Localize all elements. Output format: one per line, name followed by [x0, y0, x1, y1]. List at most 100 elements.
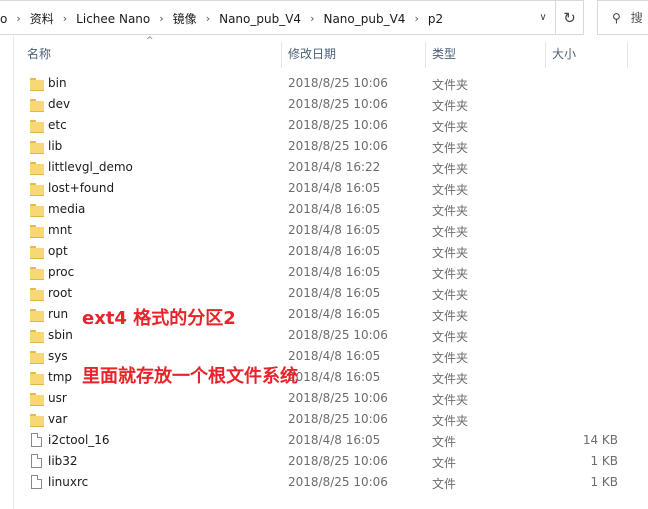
column-header-name[interactable]: 名称: [27, 41, 51, 65]
file-name: dev: [48, 97, 71, 111]
file-type: 文件夹: [432, 351, 469, 365]
breadcrumb-separator[interactable]: ›: [310, 12, 314, 25]
breadcrumb-item-jingxiang[interactable]: 镜像: [173, 10, 197, 27]
file-name: sys: [48, 349, 68, 363]
folder-icon: [30, 309, 44, 322]
breadcrumb-item-truncated[interactable]: o: [0, 12, 7, 26]
file-row[interactable]: opt 2018/4/8 16:05 文件夹: [24, 241, 624, 262]
file-icon: [31, 475, 42, 489]
file-modified: 2018/4/8 16:05: [288, 433, 381, 447]
file-type: 文件夹: [432, 162, 469, 176]
breadcrumb-item-nano-pub-v4[interactable]: Nano_pub_V4: [219, 12, 301, 26]
file-row[interactable]: littlevgl_demo 2018/4/8 16:22 文件夹: [24, 157, 624, 178]
file-name: usr: [48, 391, 67, 405]
chevron-down-icon[interactable]: ∨: [531, 1, 555, 34]
file-size: 1 KB: [590, 454, 618, 468]
file-modified: 2018/4/8 16:05: [288, 202, 381, 216]
file-modified: 2018/4/8 16:05: [288, 349, 381, 363]
file-type: 文件夹: [432, 330, 469, 344]
file-type: 文件夹: [432, 78, 469, 92]
navigation-pane[interactable]: [0, 36, 14, 509]
file-row[interactable]: lib 2018/8/25 10:06 文件夹: [24, 136, 624, 157]
file-type: 文件夹: [432, 99, 469, 113]
breadcrumb-separator[interactable]: ›: [16, 12, 20, 25]
file-name: tmp: [48, 370, 73, 384]
file-icon: [31, 433, 42, 447]
folder-icon: [30, 99, 44, 112]
folder-icon: [30, 288, 44, 301]
file-type: 文件: [432, 477, 457, 491]
file-row[interactable]: lib32 2018/8/25 10:06 文件 1 KB: [24, 451, 624, 472]
file-row[interactable]: root 2018/4/8 16:05 文件夹: [24, 283, 624, 304]
file-row[interactable]: mnt 2018/4/8 16:05 文件夹: [24, 220, 624, 241]
annotation-partition-label: ext4 格式的分区2: [82, 308, 236, 329]
file-row[interactable]: linuxrc 2018/8/25 10:06 文件 1 KB: [24, 472, 624, 493]
folder-icon: [30, 246, 44, 259]
search-box[interactable]: ⚲ 搜: [597, 0, 648, 35]
file-type: 文件夹: [432, 183, 469, 197]
file-name: littlevgl_demo: [48, 160, 133, 174]
breadcrumb-separator[interactable]: ›: [414, 12, 418, 25]
breadcrumb-separator[interactable]: ›: [63, 12, 67, 25]
file-name: mnt: [48, 223, 72, 237]
column-header-type[interactable]: 类型: [432, 41, 456, 65]
breadcrumb: o › 资料 › Lichee Nano › 镜像 › Nano_pub_V4 …: [0, 1, 443, 36]
address-bar[interactable]: o › 资料 › Lichee Nano › 镜像 › Nano_pub_V4 …: [0, 0, 556, 35]
folder-icon: [30, 372, 44, 385]
column-header-modified[interactable]: 修改日期: [288, 41, 336, 65]
column-divider[interactable]: [627, 42, 628, 68]
file-modified: 2018/8/25 10:06: [288, 328, 388, 342]
file-row[interactable]: media 2018/4/8 16:05 文件夹: [24, 199, 624, 220]
column-divider[interactable]: [425, 42, 426, 68]
breadcrumb-item-ziliao[interactable]: 资料: [30, 10, 54, 27]
file-modified: 2018/8/25 10:06: [288, 139, 388, 153]
file-row[interactable]: etc 2018/8/25 10:06 文件夹: [24, 115, 624, 136]
file-row[interactable]: dev 2018/8/25 10:06 文件夹: [24, 94, 624, 115]
file-type: 文件夹: [432, 288, 469, 302]
file-type: 文件夹: [432, 414, 469, 428]
breadcrumb-separator[interactable]: ›: [159, 12, 163, 25]
file-row[interactable]: var 2018/8/25 10:06 文件夹: [24, 409, 624, 430]
file-name: lib: [48, 139, 63, 153]
column-divider[interactable]: [545, 42, 546, 68]
file-modified: 2018/8/25 10:06: [288, 391, 388, 405]
file-type: 文件: [432, 435, 457, 449]
file-modified: 2018/4/8 16:05: [288, 265, 381, 279]
file-row[interactable]: proc 2018/4/8 16:05 文件夹: [24, 262, 624, 283]
file-type: 文件: [432, 456, 457, 470]
file-modified: 2018/8/25 10:06: [288, 76, 388, 90]
breadcrumb-item-p2[interactable]: p2: [428, 12, 443, 26]
file-name: root: [48, 286, 73, 300]
file-modified: 2018/4/8 16:22: [288, 160, 381, 174]
folder-icon: [30, 162, 44, 175]
file-row[interactable]: usr 2018/8/25 10:06 文件夹: [24, 388, 624, 409]
file-name: lib32: [48, 454, 78, 468]
file-type: 文件夹: [432, 120, 469, 134]
file-name: linuxrc: [48, 475, 89, 489]
file-row[interactable]: bin 2018/8/25 10:06 文件夹: [24, 73, 624, 94]
folder-icon: [30, 330, 44, 343]
file-name: var: [48, 412, 68, 426]
file-modified: 2018/8/25 10:06: [288, 454, 388, 468]
file-row[interactable]: i2ctool_16 2018/4/8 16:05 文件 14 KB: [24, 430, 624, 451]
file-type: 文件夹: [432, 267, 469, 281]
breadcrumb-separator[interactable]: ›: [206, 12, 210, 25]
column-header-size[interactable]: 大小: [552, 41, 576, 65]
file-row[interactable]: lost+found 2018/4/8 16:05 文件夹: [24, 178, 624, 199]
refresh-icon[interactable]: ↻: [556, 0, 584, 35]
folder-icon: [30, 393, 44, 406]
file-name: proc: [48, 265, 75, 279]
folder-icon: [30, 225, 44, 238]
folder-icon: [30, 204, 44, 217]
file-size: 1 KB: [590, 475, 618, 489]
breadcrumb-item-lichee-nano[interactable]: Lichee Nano: [76, 12, 150, 26]
breadcrumb-item-nano-pub-v4-inner[interactable]: Nano_pub_V4: [323, 12, 405, 26]
file-type: 文件夹: [432, 246, 469, 260]
file-name: bin: [48, 76, 67, 90]
file-modified: 2018/4/8 16:05: [288, 370, 381, 384]
folder-icon: [30, 183, 44, 196]
column-divider[interactable]: [281, 42, 282, 68]
file-name: lost+found: [48, 181, 115, 195]
file-name: media: [48, 202, 86, 216]
folder-icon: [30, 78, 44, 91]
